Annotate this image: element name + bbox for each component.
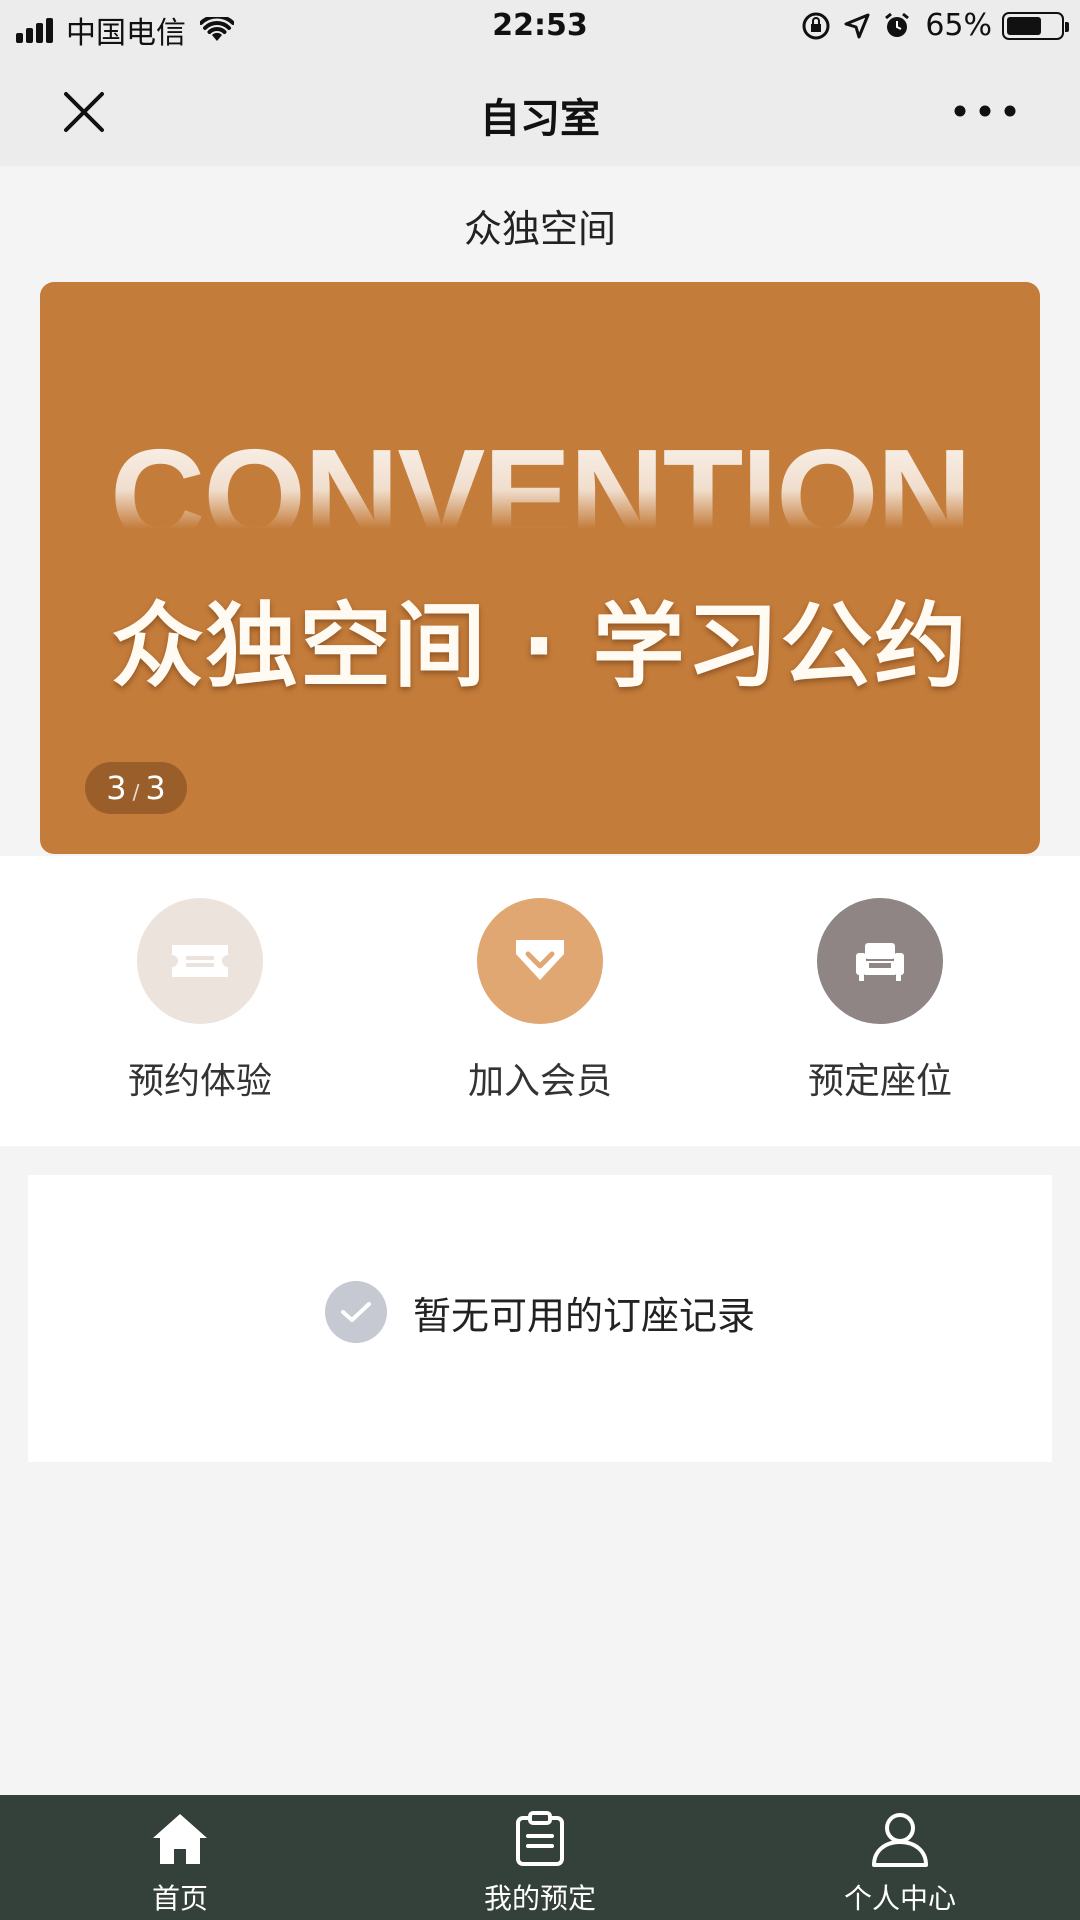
book-trial-button[interactable]: 预约体验 (30, 898, 370, 1104)
more-icon[interactable] (950, 96, 1020, 126)
banner-pager: 3/3 (85, 762, 187, 814)
tab-bar: 首页 我的预定 个人中心 (0, 1795, 1080, 1920)
diamond-icon (477, 898, 603, 1024)
alarm-icon (885, 12, 910, 37)
pager-total: 3 (145, 769, 166, 807)
status-bar: 中国电信 22:53 65% (0, 0, 1080, 56)
empty-state-text: 暂无可用的订座记录 (412, 1293, 755, 1338)
battery-fill (1007, 16, 1041, 35)
tab-home-label: 首页 (151, 1882, 208, 1915)
quick-actions: 预约体验 加入会员 预定座位 (0, 856, 1080, 1146)
banner-carousel[interactable]: CONVENTION 众独空间 · 学习公约 3/3 (40, 282, 1040, 854)
status-right: 65% (789, 8, 1069, 43)
join-member-label: 加入会员 (467, 1061, 612, 1102)
reserve-seat-label: 预定座位 (807, 1061, 952, 1102)
pager-separator: / (132, 780, 140, 804)
page-title: 自习室 (480, 96, 600, 142)
app-page: 中国电信 22:53 65% 自习室 众独空间 CONVENTION 众独空间 … (0, 0, 1080, 1920)
tab-my-bookings-label: 我的预定 (483, 1882, 596, 1915)
ticket-icon (137, 898, 263, 1024)
tab-profile-label: 个人中心 (843, 1882, 956, 1915)
pager-current: 3 (106, 769, 127, 807)
home-icon (80, 1809, 280, 1869)
tab-home[interactable]: 首页 (80, 1809, 280, 1917)
check-circle-icon (324, 1281, 387, 1343)
reserve-seat-button[interactable]: 预定座位 (710, 898, 1050, 1104)
tab-profile[interactable]: 个人中心 (800, 1809, 1000, 1917)
booking-records-card: 暂无可用的订座记录 (28, 1175, 1052, 1462)
sofa-icon (817, 898, 943, 1024)
banner-background-text: CONVENTION (40, 430, 1040, 562)
battery-percent: 65% (925, 8, 992, 43)
space-name: 众独空间 (463, 207, 616, 251)
location-icon (844, 13, 870, 38)
orientation-lock-icon (802, 12, 830, 39)
banner-title: 众独空间 · 学习公约 (111, 593, 969, 700)
book-trial-label: 预约体验 (127, 1061, 272, 1102)
battery-icon (1002, 11, 1069, 40)
empty-state: 暂无可用的订座记录 (28, 1281, 1052, 1343)
user-icon (800, 1809, 1000, 1869)
join-member-button[interactable]: 加入会员 (370, 898, 710, 1104)
nav-bar: 自习室 (0, 56, 1080, 166)
clipboard-icon (440, 1809, 640, 1869)
tab-my-bookings[interactable]: 我的预定 (440, 1809, 640, 1917)
